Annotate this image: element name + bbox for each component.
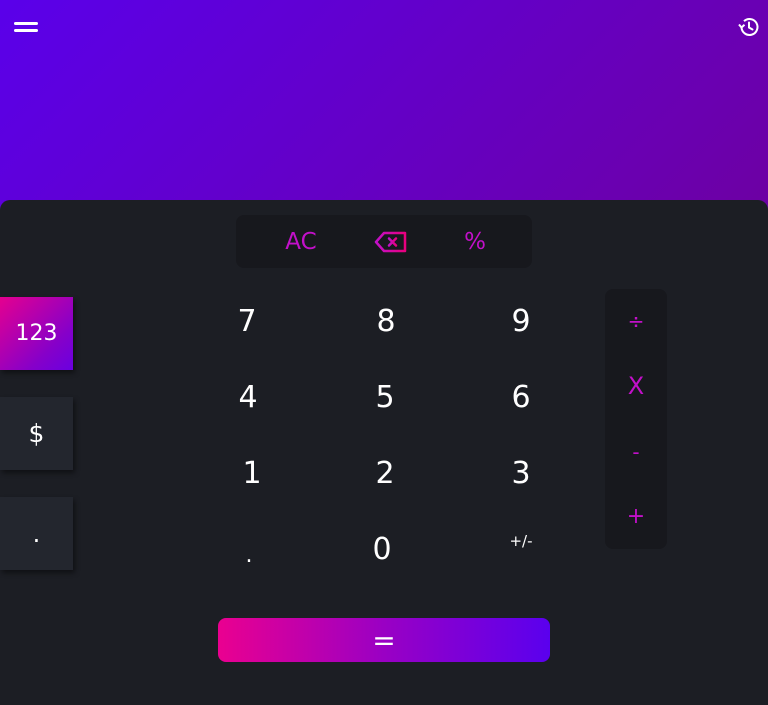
percent-button[interactable]: % xyxy=(440,215,510,268)
key-1[interactable]: 1 xyxy=(222,448,282,498)
top-bar xyxy=(0,0,768,60)
key-plus-minus[interactable]: +/- xyxy=(491,516,551,566)
key-3[interactable]: 3 xyxy=(491,448,551,498)
numeric-mode-button[interactable]: 123 xyxy=(0,297,73,370)
key-decimal[interactable]: . xyxy=(219,530,279,580)
function-row: AC % xyxy=(236,215,532,268)
menu-button[interactable] xyxy=(12,16,40,38)
divide-button[interactable]: ÷ xyxy=(605,299,667,343)
history-icon xyxy=(738,18,759,36)
key-4[interactable]: 4 xyxy=(218,372,278,422)
key-7[interactable]: 7 xyxy=(217,296,277,346)
calculator-panel: AC % 123 $ . 7 8 9 4 5 6 1 2 3 . 0 +/- ÷ xyxy=(0,200,768,705)
key-8[interactable]: 8 xyxy=(356,296,416,346)
decimal-mode-button[interactable]: . xyxy=(0,497,73,570)
key-2[interactable]: 2 xyxy=(355,448,415,498)
subtract-button[interactable]: - xyxy=(605,430,667,474)
hamburger-menu-icon-line xyxy=(14,29,38,32)
backspace-button[interactable] xyxy=(356,215,426,268)
key-0[interactable]: 0 xyxy=(352,524,412,574)
clear-button[interactable]: AC xyxy=(266,215,336,268)
multiply-button[interactable]: X xyxy=(605,364,667,408)
hamburger-menu-icon xyxy=(14,22,38,25)
key-9[interactable]: 9 xyxy=(491,296,551,346)
backspace-icon xyxy=(374,231,407,252)
add-button[interactable]: + xyxy=(605,494,667,538)
history-button[interactable] xyxy=(736,14,762,40)
equals-button[interactable]: = xyxy=(218,618,550,662)
currency-mode-button[interactable]: $ xyxy=(0,397,73,470)
key-6[interactable]: 6 xyxy=(491,372,551,422)
key-5[interactable]: 5 xyxy=(355,372,415,422)
operator-column: ÷ X - + xyxy=(605,289,667,549)
